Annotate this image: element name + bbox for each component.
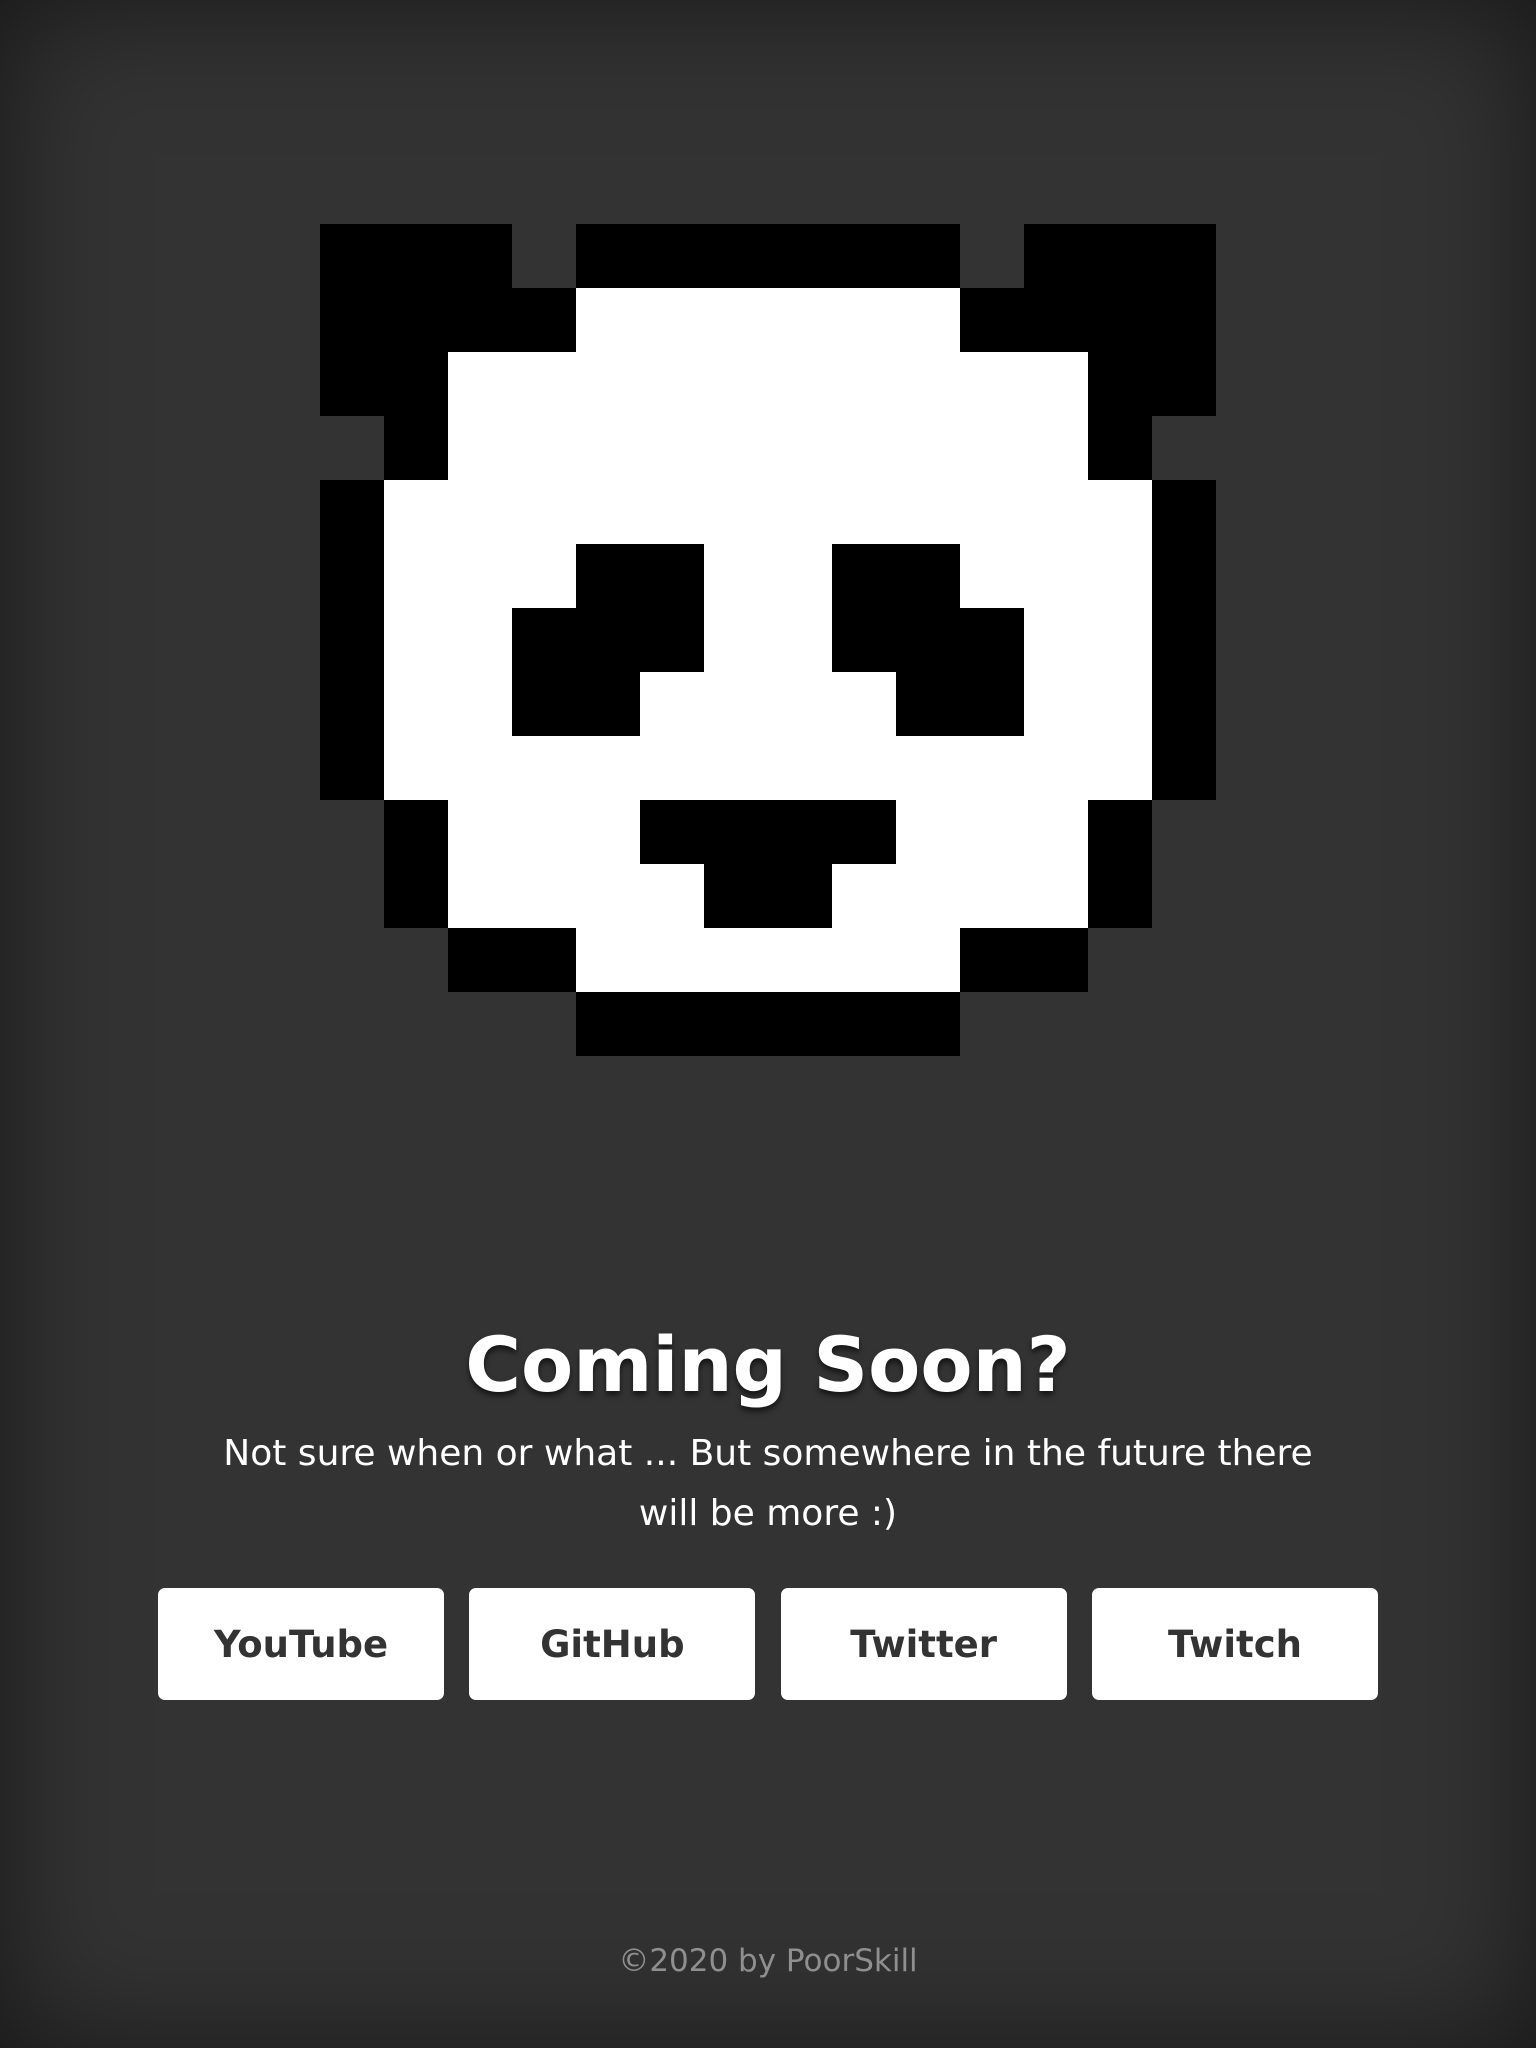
twitter-button[interactable]: Twitter	[780, 1588, 1067, 1700]
github-button[interactable]: GitHub	[469, 1588, 756, 1700]
pixel-panda-icon	[320, 224, 1216, 1056]
youtube-button[interactable]: YouTube	[158, 1588, 444, 1700]
page-title: Coming Soon?	[465, 1320, 1071, 1409]
twitch-button[interactable]: Twitch	[1091, 1588, 1378, 1700]
footer-copyright: ©2020 by PoorSkill	[618, 1943, 918, 1979]
social-links: YouTube GitHub Twitter Twitch	[158, 1588, 1378, 1700]
page-subtitle: Not sure when or what ... But somewhere …	[223, 1433, 1313, 1534]
